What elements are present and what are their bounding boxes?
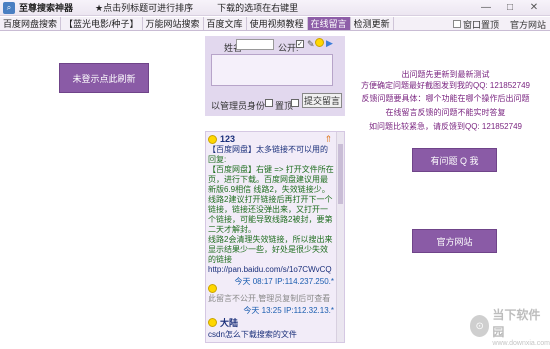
sort-hint: ★点击列标题可进行排序: [95, 3, 194, 13]
title-bar: ⌕ 至尊搜索神器 ★点击列标题可进行排序 下载的选项在右键里 — □ ✕: [0, 0, 550, 16]
message-form: 姓名 公开: ✓ ✎ ▶ 以管理员身份 置顶 提交留言: [205, 36, 345, 116]
tab-check-update[interactable]: 检测更新: [351, 17, 394, 30]
download-hint: 下载的选项在右键里: [217, 3, 299, 13]
watermark: ⊙ 当下软件园 www.downxia.com: [470, 306, 550, 347]
info-line-5: 如问题比较紧急，请反馈到QQ: 121852749: [369, 122, 522, 131]
message-user: [208, 284, 334, 293]
tab-web-search[interactable]: 万能网站搜索: [143, 17, 204, 30]
info-line-3: 反馈问题要具体：哪个功能在哪个操作后出问题: [361, 94, 530, 103]
main-area: 未登示点此刷新 姓名 公开: ✓ ✎ ▶ 以管理员身份 置顶 提交留言 ⇑ 12…: [0, 32, 550, 349]
message-body: csdn怎么下载搜索的文件: [208, 330, 334, 340]
tab-baidu-pan[interactable]: 百度网盘搜索: [0, 17, 62, 30]
public-checkbox[interactable]: ✓: [296, 40, 304, 48]
reply-text-2: 线路2建议打开链接后再打开下一个链接，链接还没弹出来，又打开一个链接，可能导致线…: [208, 195, 333, 234]
message-list: ⇑ 123 【百度网盘】太多链接不可以用的 回复: 【百度网盘】右键 => 打开…: [205, 131, 345, 343]
message-text: 【百度网盘】太多链接不可以用的: [208, 145, 328, 154]
message-user: 大陆: [208, 316, 334, 329]
info-line-2: 方便确定问题最好截图发到我的QQ: 121852749: [361, 81, 530, 90]
reply-text-3: 线路2会清理失效链接，所以搜出来显示结果少一些，好处是很少失效的链接: [208, 235, 333, 264]
tab-bluray-movies[interactable]: 【蓝光电影/种子】: [61, 17, 143, 30]
user-smile-icon: [208, 284, 217, 293]
user-smile-icon: [208, 318, 217, 327]
list-item: 123 【百度网盘】太多链接不可以用的 回复: 【百度网盘】右键 => 打开文件…: [208, 134, 334, 287]
watermark-url: www.downxia.com: [492, 339, 550, 347]
official-site-link[interactable]: 官方网站: [510, 17, 546, 31]
reply-text-1: 【百度网盘】右键 => 打开文件所在页，进行下载。百度网盘建议用最新版6.9相信…: [208, 165, 334, 194]
minimize-button[interactable]: —: [474, 0, 498, 14]
maximize-button[interactable]: □: [498, 0, 522, 14]
admin-identity-label: 以管理员身份: [211, 101, 266, 111]
list-item: 大陆 csdn怎么下载搜索的文件: [208, 316, 334, 340]
scrollbar-thumb[interactable]: [338, 144, 343, 204]
message-scrollbar[interactable]: [336, 132, 344, 342]
user-smile-icon: [208, 134, 217, 144]
app-logo-icon: ⌕: [3, 1, 15, 14]
list-item: 此留言不公开,管理员复制后可查看 今天 13:25 IP:112.32.13.*: [208, 284, 334, 316]
admin-identity-checkbox[interactable]: [265, 99, 273, 107]
message-body: 此留言不公开,管理员复制后可查看: [208, 294, 334, 304]
info-line-4: 在线留言反馈的问题不能实时答复: [385, 108, 506, 117]
message-username: 123: [220, 134, 236, 144]
tab-online-message[interactable]: 在线留言: [307, 17, 351, 30]
tab-video-tutorial[interactable]: 使用视频教程: [247, 17, 308, 30]
close-button[interactable]: ✕: [522, 0, 546, 14]
app-title: 至尊搜索神器: [19, 3, 74, 13]
message-meta: 今天 13:25 IP:112.32.13.*: [243, 306, 334, 315]
message-text: csdn怎么下载搜索的文件: [208, 330, 297, 339]
watermark-logo-icon: ⊙: [470, 315, 490, 337]
send-arrow-icon[interactable]: ▶: [326, 38, 333, 49]
refresh-button[interactable]: 未登示点此刷新: [59, 63, 149, 93]
info-line-1: 出问题先更新到最新测试: [401, 70, 490, 79]
tab-bar: 百度网盘搜索 【蓝光电影/种子】 万能网站搜索 百度文库 使用视频教程 在线留言…: [0, 17, 550, 31]
edit-icon[interactable]: ✎: [307, 39, 315, 50]
window-top-toggle[interactable]: 窗口置顶: [453, 17, 499, 31]
emoji-icon[interactable]: [315, 38, 324, 47]
reply-label: 回复:: [208, 155, 227, 164]
name-input[interactable]: [236, 39, 274, 50]
submit-message-button[interactable]: 提交留言: [302, 93, 342, 108]
pin-top-checkbox[interactable]: [291, 99, 299, 107]
message-body: 【百度网盘】太多链接不可以用的 回复: 【百度网盘】右键 => 打开文件所在页，…: [208, 145, 334, 275]
message-username: 大陆: [220, 318, 239, 328]
message-textarea[interactable]: [211, 54, 333, 86]
message-user: 123: [208, 134, 334, 144]
tab-baidu-wenku[interactable]: 百度文库: [204, 17, 247, 30]
message-text: 此留言不公开,管理员复制后可查看: [208, 294, 331, 303]
window-top-label: 窗口置顶: [463, 19, 500, 30]
reply-link[interactable]: http://pan.baidu.com/s/1o7CWvCQ: [208, 265, 332, 274]
official-site-button[interactable]: 官方网站: [412, 229, 497, 253]
window-top-checkbox[interactable]: [453, 20, 461, 28]
contact-qq-button[interactable]: 有问题 Q 我: [412, 148, 497, 172]
watermark-name: 当下软件园: [492, 307, 541, 339]
